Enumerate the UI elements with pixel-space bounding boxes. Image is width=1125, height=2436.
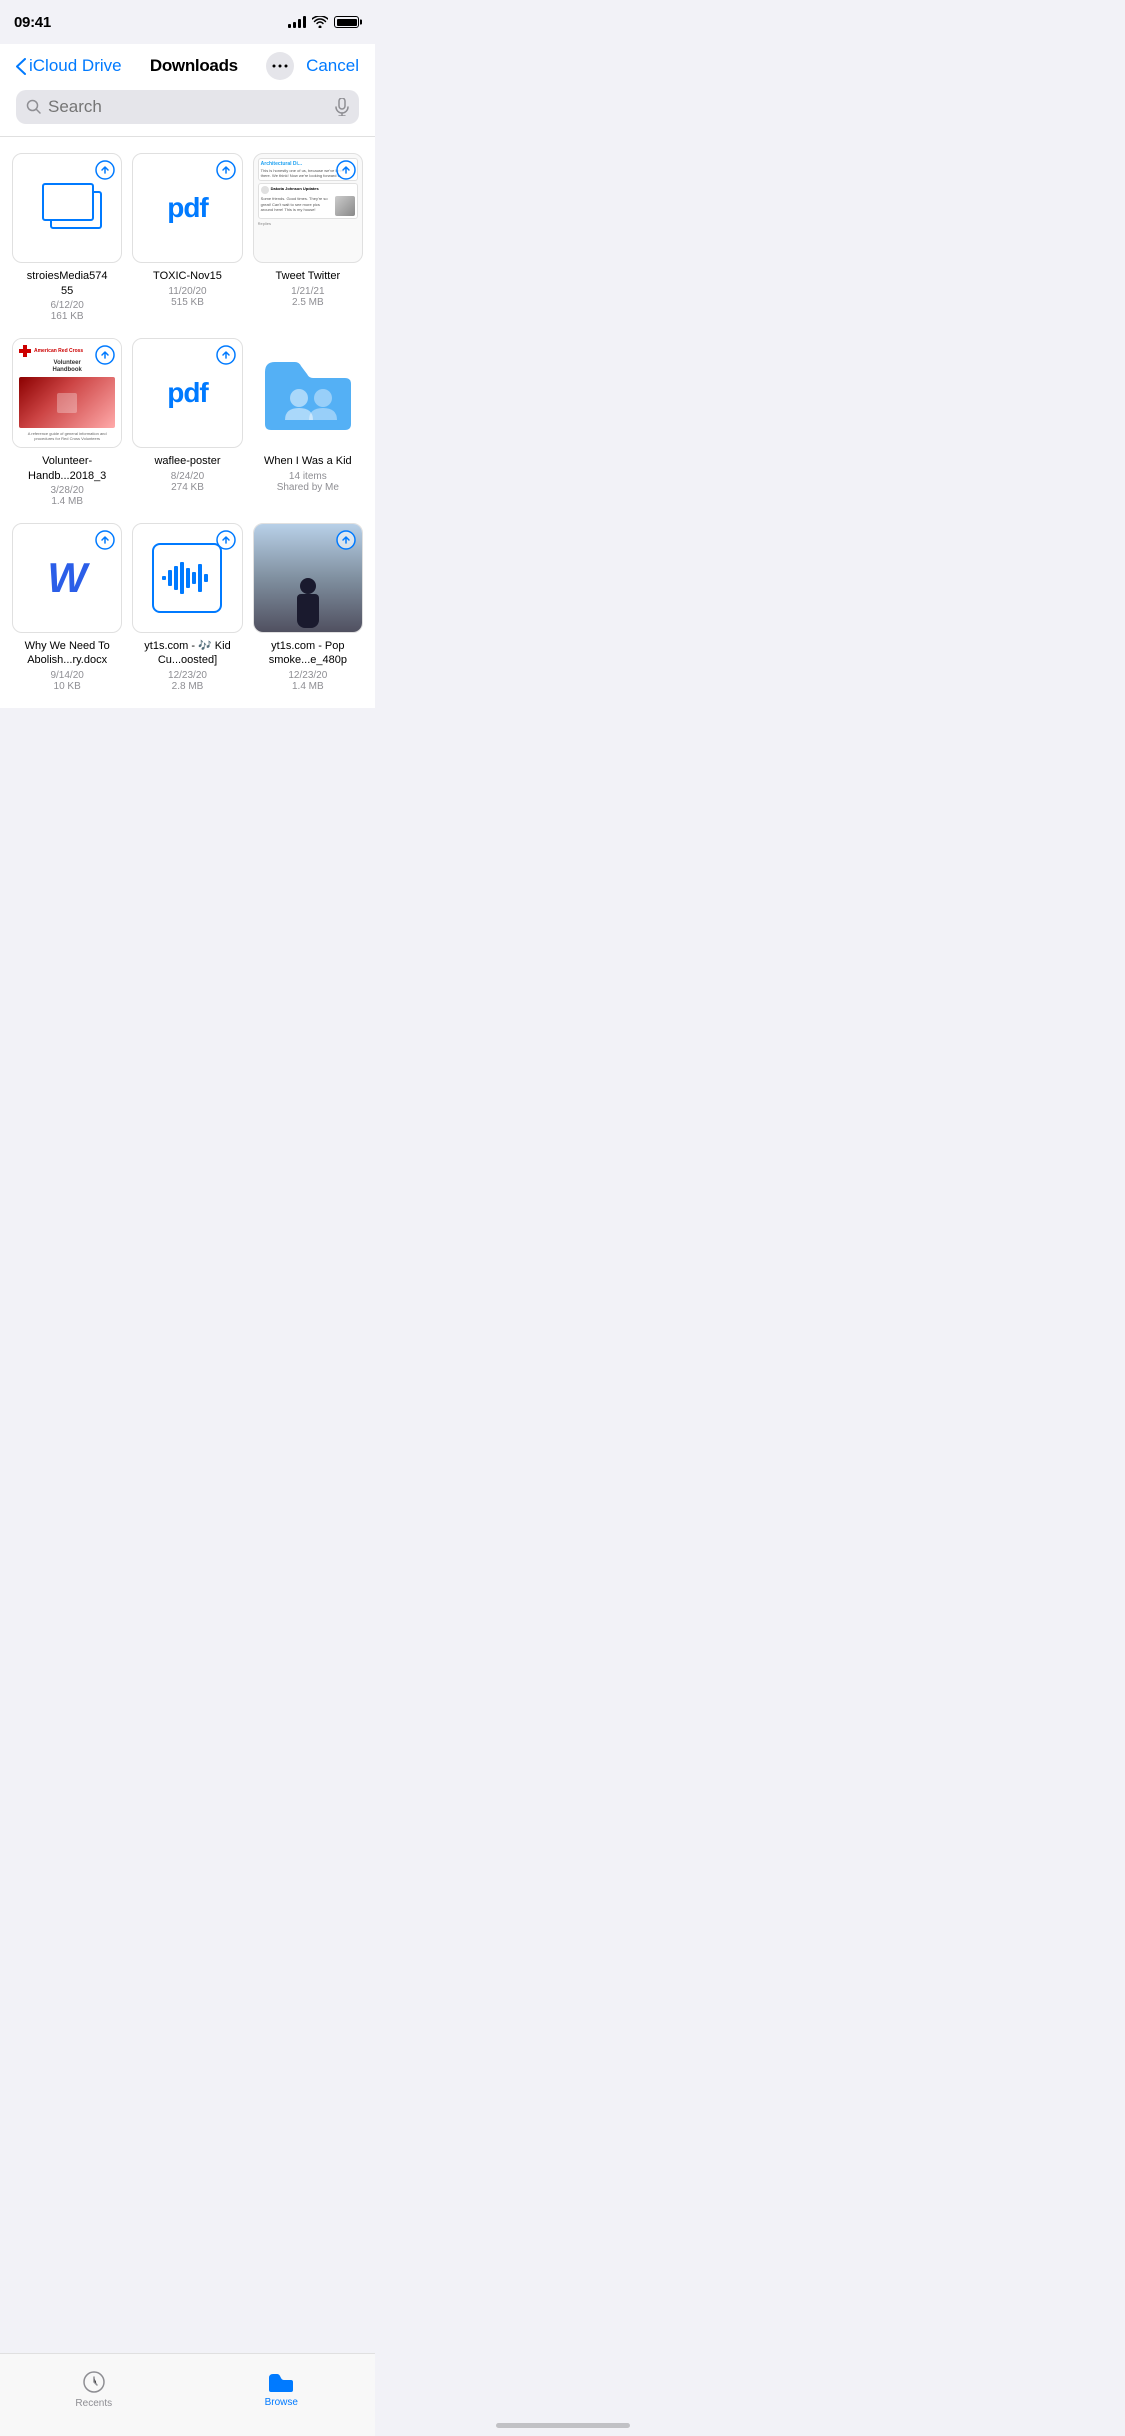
file-date: 3/28/20 [50,485,83,496]
file-name: yt1s.com - Pop smoke...e_480p [253,639,363,668]
cancel-button[interactable]: Cancel [306,56,359,76]
search-icon [26,99,42,115]
upload-icon [336,160,356,180]
file-size: 1.4 MB [51,496,83,507]
pdf-icon: pdf [167,192,208,224]
upload-icon [95,345,115,365]
back-label: iCloud Drive [29,56,122,76]
file-thumbnail [253,523,363,633]
folder-icon [263,354,353,432]
file-name: TOXIC-Nov15 [153,269,222,283]
list-item[interactable]: yt1s.com - Pop smoke...e_480p 12/23/20 1… [253,523,363,692]
file-size: 10 KB [54,681,81,692]
list-item[interactable]: stroiesMedia57455 6/12/20 161 KB [12,153,122,322]
upload-icon [216,160,236,180]
audio-icon [152,543,222,613]
upload-icon [216,345,236,365]
files-container: stroiesMedia57455 6/12/20 161 KB pdf TOX… [0,137,375,708]
signal-icon [288,16,306,28]
file-size: 274 KB [171,482,204,493]
file-size: 2.8 MB [172,681,204,692]
upload-icon [336,530,356,550]
files-grid: stroiesMedia57455 6/12/20 161 KB pdf TOX… [12,153,363,692]
file-thumbnail [132,523,242,633]
file-size: Shared by Me [277,482,339,493]
navigation-bar: iCloud Drive Downloads Cancel [0,44,375,137]
tab-browse[interactable]: Browse [188,2362,376,2408]
tab-bar: Recents Browse [0,2353,375,2436]
file-date: 11/20/20 [168,286,206,297]
tab-recents[interactable]: Recents [0,2361,188,2409]
status-time: 09:41 [14,14,51,31]
file-thumbnail: American Red Cross VolunteerHandbook A r… [12,338,122,448]
list-item[interactable]: Architectural Di... This is honestly one… [253,153,363,322]
file-name: waflee-poster [154,454,220,468]
files-content: stroiesMedia57455 6/12/20 161 KB pdf TOX… [0,137,375,798]
search-input[interactable] [48,97,329,117]
browse-icon [267,2370,295,2394]
list-item[interactable]: American Red Cross VolunteerHandbook A r… [12,338,122,507]
file-date: 1/21/21 [291,286,324,297]
more-button[interactable] [266,52,294,80]
file-size: 2.5 MB [292,297,324,308]
file-date: 12/23/20 [168,670,207,681]
file-name: stroiesMedia57455 [27,269,108,298]
file-thumbnail: W [12,523,122,633]
nav-actions: Cancel [266,52,359,80]
file-date: 9/14/20 [50,670,83,681]
file-date: 14 items [289,471,327,482]
file-name: Why We Need To Abolish...ry.docx [12,639,122,668]
battery-icon [334,16,359,28]
file-thumbnail [253,338,363,448]
upload-icon [216,530,236,550]
file-size: 161 KB [51,311,84,322]
file-name: Volunteer-Handb...2018_3 [28,454,106,483]
tab-recents-label: Recents [75,2398,112,2409]
upload-icon [95,160,115,180]
file-thumbnail [12,153,122,263]
file-name: yt1s.com - 🎶 Kid Cu...oosted] [132,639,242,668]
list-item[interactable]: W Why We Need To Abolish...ry.docx 9/14/… [12,523,122,692]
tab-browse-label: Browse [265,2397,298,2408]
wifi-icon [312,16,328,28]
microphone-icon [335,98,349,116]
file-date: 8/24/20 [171,471,204,482]
file-size: 515 KB [171,297,204,308]
file-date: 6/12/20 [50,300,83,311]
file-thumbnail: Architectural Di... This is honestly one… [253,153,363,263]
page-title: Downloads [150,56,238,76]
word-icon: W [47,554,87,602]
status-bar: 09:41 [0,0,375,44]
file-name: When I Was a Kid [264,454,352,468]
list-item[interactable]: pdf waflee-poster 8/24/20 274 KB [132,338,242,507]
file-thumbnail: pdf [132,338,242,448]
recents-icon [81,2369,107,2395]
back-button[interactable]: iCloud Drive [16,56,122,76]
slides-icon [32,173,102,243]
list-item[interactable]: pdf TOXIC-Nov15 11/20/20 515 KB [132,153,242,322]
search-bar[interactable] [16,90,359,124]
status-icons [288,16,359,28]
file-name: Tweet Twitter [276,269,341,283]
upload-icon [95,530,115,550]
file-size: 1.4 MB [292,681,324,692]
list-item[interactable]: When I Was a Kid 14 items Shared by Me [253,338,363,507]
list-item[interactable]: yt1s.com - 🎶 Kid Cu...oosted] 12/23/20 2… [132,523,242,692]
home-indicator [496,2423,630,2428]
file-date: 12/23/20 [288,670,327,681]
pdf-icon: pdf [167,377,208,409]
file-thumbnail: pdf [132,153,242,263]
